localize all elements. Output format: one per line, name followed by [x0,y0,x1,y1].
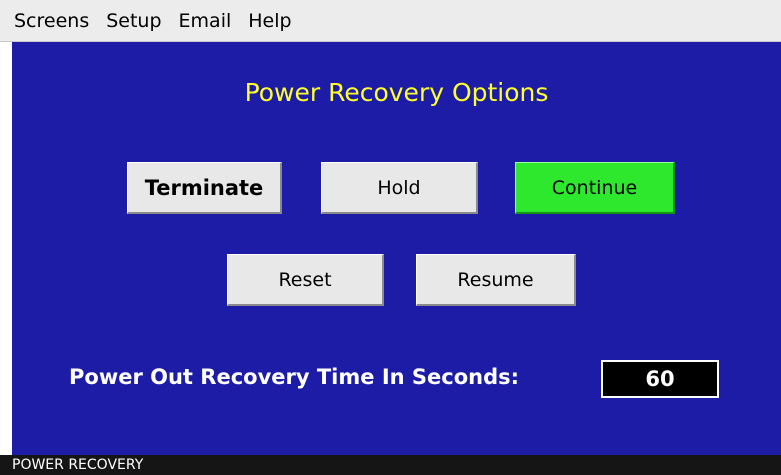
recovery-time-label: Power Out Recovery Time In Seconds: [69,365,520,389]
continue-button[interactable]: Continue [515,162,675,214]
terminate-button[interactable]: Terminate [127,162,282,214]
reset-button[interactable]: Reset [227,254,384,306]
power-recovery-panel: Power Recovery Options Terminate Hold Co… [12,42,781,455]
menu-setup[interactable]: Setup [106,10,161,32]
hold-button[interactable]: Hold [321,162,478,214]
page-title: Power Recovery Options [244,78,549,107]
menu-screens[interactable]: Screens [14,10,89,32]
menu-help[interactable]: Help [248,10,291,32]
status-bar: POWER RECOVERY [0,455,781,475]
menu-email[interactable]: Email [179,10,232,32]
resume-button[interactable]: Resume [416,254,576,306]
recovery-time-input[interactable]: 60 [601,360,719,398]
menu-bar: Screens Setup Email Help [0,0,781,42]
power-recovery-screen: Screens Setup Email Help Power Recovery … [0,0,781,475]
